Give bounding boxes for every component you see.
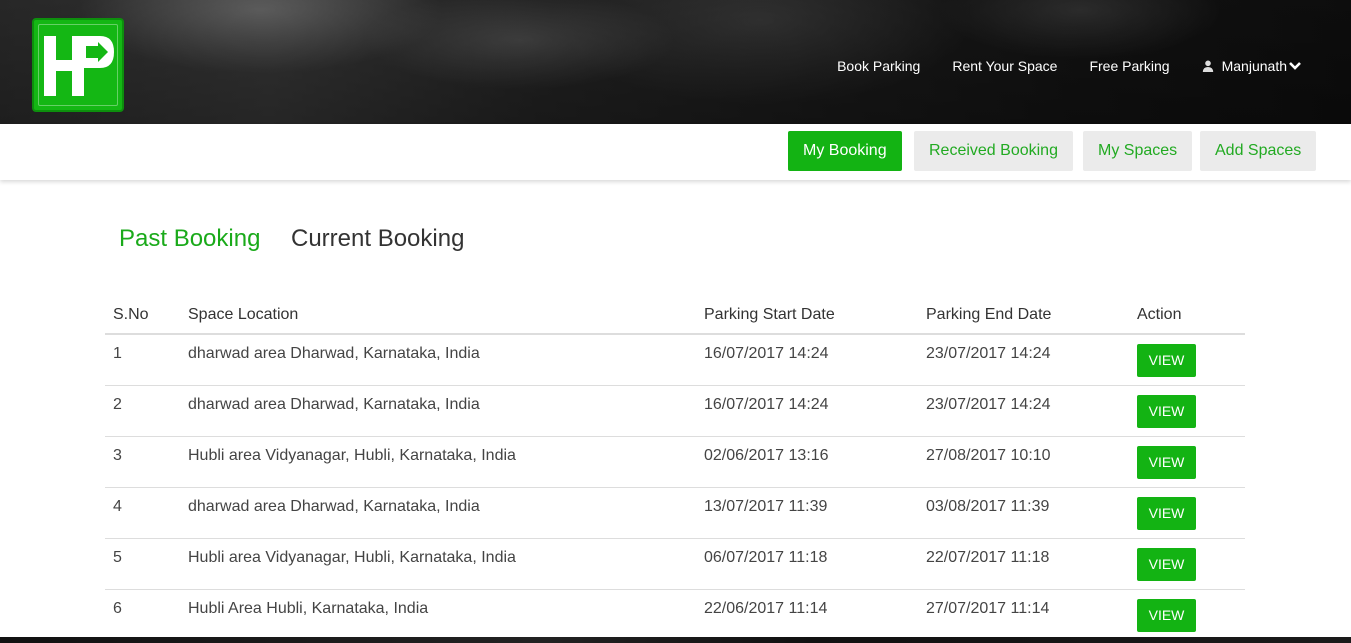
cell-end-date: 23/07/2017 14:24 <box>926 396 1051 413</box>
cell-start-date: 16/07/2017 14:24 <box>704 396 829 413</box>
cell-start-date: 16/07/2017 14:24 <box>704 345 829 362</box>
nav-book-parking[interactable]: Book Parking <box>837 58 920 74</box>
cell-sno: 2 <box>113 396 122 413</box>
cell-end-date: 03/08/2017 11:39 <box>926 498 1050 515</box>
cell-location: dharwad area Dharwad, Karnataka, India <box>188 498 480 515</box>
table-row: 5 Hubli area Vidyanagar, Hubli, Karnatak… <box>105 538 1245 590</box>
cell-end-date: 27/07/2017 11:14 <box>926 600 1050 617</box>
table-row: 4 dharwad area Dharwad, Karnataka, India… <box>105 487 1245 539</box>
table-row: 1 dharwad area Dharwad, Karnataka, India… <box>105 334 1245 386</box>
cell-sno: 3 <box>113 447 122 464</box>
subtab-past-booking[interactable]: Past Booking <box>119 225 260 253</box>
tab-my-spaces[interactable]: My Spaces <box>1083 131 1193 171</box>
cell-start-date: 06/07/2017 11:18 <box>704 549 828 566</box>
header-start-date: Parking Start Date <box>696 297 918 335</box>
view-button[interactable]: VIEW <box>1137 599 1196 632</box>
cell-end-date: 22/07/2017 11:18 <box>926 549 1050 566</box>
header-banner: Book Parking Rent Your Space Free Parkin… <box>0 0 1351 124</box>
user-icon <box>1202 60 1213 72</box>
cell-sno: 4 <box>113 498 122 515</box>
footer-strip <box>0 637 1351 643</box>
subtab-current-booking[interactable]: Current Booking <box>291 225 464 253</box>
cell-start-date: 22/06/2017 11:14 <box>704 600 828 617</box>
view-button[interactable]: VIEW <box>1137 446 1196 479</box>
cell-location: dharwad area Dharwad, Karnataka, India <box>188 396 480 413</box>
header-space-location: Space Location <box>180 297 696 335</box>
chevron-down-icon <box>1289 62 1301 70</box>
cell-sno: 5 <box>113 549 122 566</box>
table-row: 2 dharwad area Dharwad, Karnataka, India… <box>105 385 1245 437</box>
tab-received-booking[interactable]: Received Booking <box>914 131 1073 171</box>
booking-tab-bar: My Booking Received Booking My Spaces Ad… <box>0 124 1351 180</box>
view-button[interactable]: VIEW <box>1137 548 1196 581</box>
cell-start-date: 02/06/2017 13:16 <box>704 447 829 464</box>
cell-location: Hubli Area Hubli, Karnataka, India <box>188 600 429 617</box>
view-button[interactable]: VIEW <box>1137 395 1196 428</box>
header-sno: S.No <box>105 297 180 335</box>
nav-free-parking[interactable]: Free Parking <box>1089 58 1169 74</box>
tab-add-spaces[interactable]: Add Spaces <box>1200 131 1317 171</box>
top-nav: Book Parking Rent Your Space Free Parkin… <box>805 58 1301 74</box>
header-end-date: Parking End Date <box>918 297 1129 335</box>
cell-end-date: 23/07/2017 14:24 <box>926 345 1051 362</box>
cell-sno: 1 <box>113 345 122 362</box>
table-row: 6 Hubli Area Hubli, Karnataka, India 22/… <box>105 589 1245 641</box>
cell-location: Hubli area Vidyanagar, Hubli, Karnataka,… <box>188 549 516 566</box>
tab-my-booking[interactable]: My Booking <box>788 131 902 171</box>
user-name: Manjunath <box>1221 58 1287 74</box>
brand-logo[interactable] <box>32 18 124 112</box>
cell-end-date: 27/08/2017 10:10 <box>926 447 1051 464</box>
cell-location: Hubli area Vidyanagar, Hubli, Karnataka,… <box>188 447 516 464</box>
table-row: 3 Hubli area Vidyanagar, Hubli, Karnatak… <box>105 436 1245 488</box>
table-header-row: S.No Space Location Parking Start Date P… <box>105 297 1245 335</box>
booking-table: S.No Space Location Parking Start Date P… <box>105 297 1245 641</box>
view-button[interactable]: VIEW <box>1137 497 1196 530</box>
logo-hp-mark <box>44 36 114 96</box>
cell-start-date: 13/07/2017 11:39 <box>704 498 828 515</box>
cell-location: dharwad area Dharwad, Karnataka, India <box>188 345 480 362</box>
header-action: Action <box>1129 297 1245 335</box>
cell-sno: 6 <box>113 600 122 617</box>
view-button[interactable]: VIEW <box>1137 344 1196 377</box>
nav-rent-your-space[interactable]: Rent Your Space <box>952 58 1057 74</box>
user-menu[interactable]: Manjunath <box>1202 58 1301 74</box>
